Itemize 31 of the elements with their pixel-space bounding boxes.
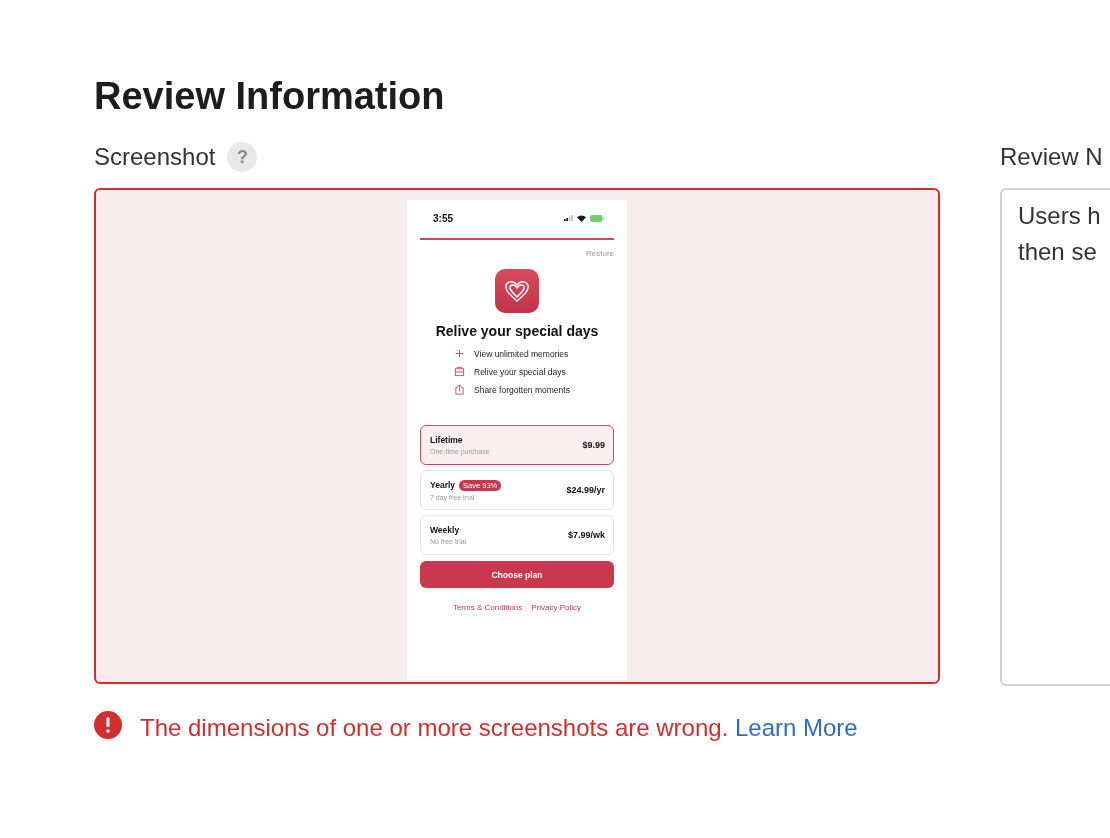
sparkle-icon bbox=[454, 348, 465, 359]
status-time: 3:55 bbox=[433, 212, 453, 224]
feature-text: View unlimited memories bbox=[474, 348, 569, 359]
share-icon bbox=[454, 384, 465, 395]
screenshot-dropzone[interactable] bbox=[94, 188, 940, 684]
choose-plan-button[interactable]: Choose plan bbox=[420, 561, 614, 588]
signal-icon bbox=[564, 215, 573, 221]
section-heading: Review Information bbox=[94, 74, 446, 119]
wifi-icon bbox=[577, 214, 586, 222]
paywall-title: Relive your special days bbox=[435, 323, 599, 339]
error-message: The dimensions of one or more screenshots are wrong. Learn More bbox=[140, 713, 859, 743]
learn-more-link[interactable]: Learn More bbox=[734, 714, 858, 741]
app-icon bbox=[495, 269, 539, 313]
battery-icon bbox=[590, 214, 604, 222]
error-icon bbox=[94, 711, 122, 739]
feature-text: Share forgotten moments bbox=[474, 384, 570, 395]
restore-link[interactable]: Restore bbox=[586, 249, 614, 258]
footer-link[interactable]: Privacy Policy bbox=[531, 603, 582, 612]
plan-name: Yearly bbox=[430, 480, 456, 490]
field-label: Review N bbox=[1000, 143, 1103, 171]
plan-name: Weekly bbox=[430, 525, 460, 535]
help-button[interactable]: ? bbox=[227, 142, 258, 172]
plan-name: Lifetime bbox=[430, 435, 463, 445]
feature-text: Relive your special days bbox=[474, 366, 566, 377]
plan-price: $24.99/yr bbox=[566, 485, 605, 495]
plan-price: $9.99 bbox=[582, 440, 605, 450]
footer-link[interactable]: Terms & Conditions bbox=[452, 603, 523, 612]
field-label: Screenshot bbox=[94, 143, 216, 171]
plan-price: $7.99/wk bbox=[567, 530, 605, 540]
review-notes-field[interactable]: Users h then se bbox=[1000, 188, 1110, 686]
album-icon bbox=[454, 366, 465, 377]
